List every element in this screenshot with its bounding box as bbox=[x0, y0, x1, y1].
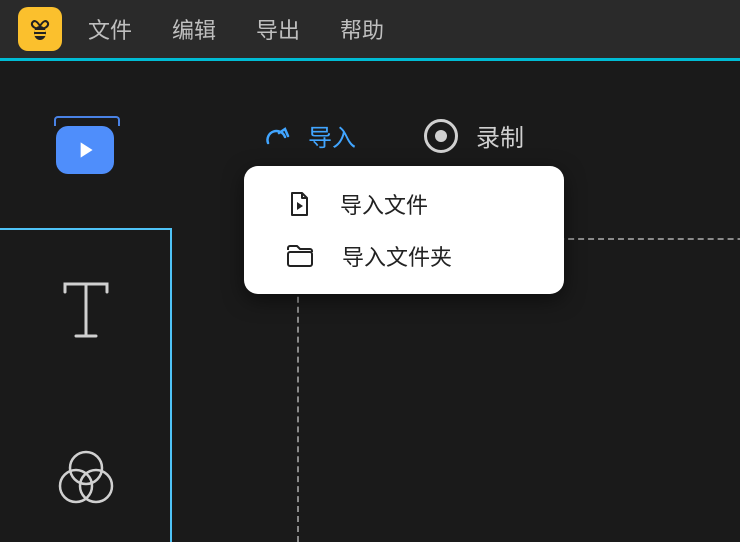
record-icon bbox=[424, 119, 458, 153]
bee-icon bbox=[25, 14, 55, 44]
menu-file[interactable]: 文件 bbox=[88, 13, 132, 45]
menubar-separator bbox=[0, 58, 740, 61]
import-dropdown: 导入文件 导入文件夹 bbox=[244, 166, 564, 294]
play-icon bbox=[72, 137, 98, 163]
sidebar-overlay-button[interactable] bbox=[56, 450, 116, 506]
sidebar-media-button[interactable] bbox=[56, 126, 114, 174]
folder-icon bbox=[286, 244, 314, 268]
menu-edit[interactable]: 编辑 bbox=[172, 13, 216, 45]
import-label: 导入 bbox=[308, 118, 356, 153]
import-file-item[interactable]: 导入文件 bbox=[244, 178, 564, 230]
import-action[interactable]: 导入 bbox=[260, 118, 356, 153]
record-label: 录制 bbox=[476, 118, 524, 153]
file-play-icon bbox=[286, 191, 312, 217]
venn-icon bbox=[56, 450, 116, 506]
record-action[interactable]: 录制 bbox=[424, 118, 524, 153]
text-icon bbox=[59, 278, 113, 342]
menu-export[interactable]: 导出 bbox=[256, 13, 300, 45]
import-folder-label: 导入文件夹 bbox=[342, 240, 452, 272]
menu-bar: 文件 编辑 导出 帮助 bbox=[0, 0, 740, 58]
menu-help[interactable]: 帮助 bbox=[340, 13, 384, 45]
app-logo[interactable] bbox=[18, 7, 62, 51]
import-folder-item[interactable]: 导入文件夹 bbox=[244, 230, 564, 282]
cloud-import-icon bbox=[260, 121, 290, 151]
sidebar-text-button[interactable] bbox=[56, 278, 116, 342]
import-file-label: 导入文件 bbox=[340, 188, 428, 220]
